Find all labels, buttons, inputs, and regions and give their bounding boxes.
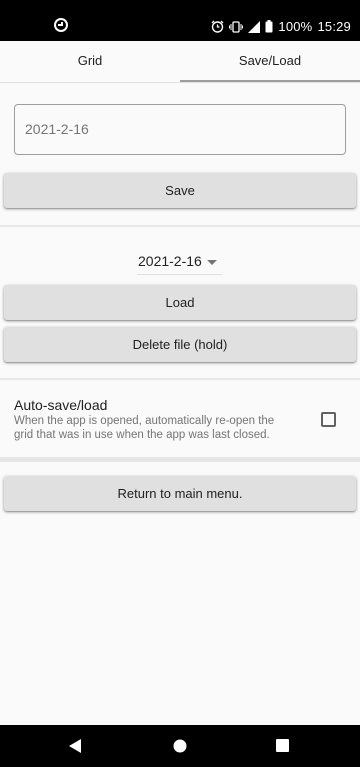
app-notification-icon [54,18,68,32]
home-icon[interactable] [173,739,187,758]
chevron-down-icon [207,260,217,265]
section-divider [0,457,360,462]
clock: 15:29 [317,19,351,34]
tab-divider [0,82,360,83]
return-to-main-menu-button[interactable]: Return to main menu. [4,476,356,511]
file-select-dropdown[interactable]: 2021-2-16 [137,248,222,275]
autosave-checkbox[interactable] [321,412,336,427]
autosave-description: When the app is opened, automatically re… [14,415,275,441]
section-divider [0,225,360,227]
tab-save-load[interactable]: Save/Load [180,41,360,82]
delete-file-button[interactable]: Delete file (hold) [4,327,356,362]
status-bar: 100% 15:29 [0,0,360,41]
battery-percent: 100% [278,19,313,34]
tab-grid[interactable]: Grid [0,41,180,82]
battery-icon [265,20,273,33]
tab-bar: Grid Save/Load [0,41,360,82]
save-button[interactable]: Save [4,173,356,208]
section-divider [0,378,360,380]
load-button[interactable]: Load [4,285,356,320]
autosave-title: Auto-save/load [14,397,108,413]
selected-file: 2021-2-16 [138,253,202,269]
recents-icon[interactable] [276,739,289,757]
back-icon[interactable] [69,739,82,758]
vibrate-icon [229,20,244,33]
filename-input[interactable]: 2021-2-16 [14,104,346,155]
alarm-icon [211,20,224,33]
signal-icon [248,20,261,33]
